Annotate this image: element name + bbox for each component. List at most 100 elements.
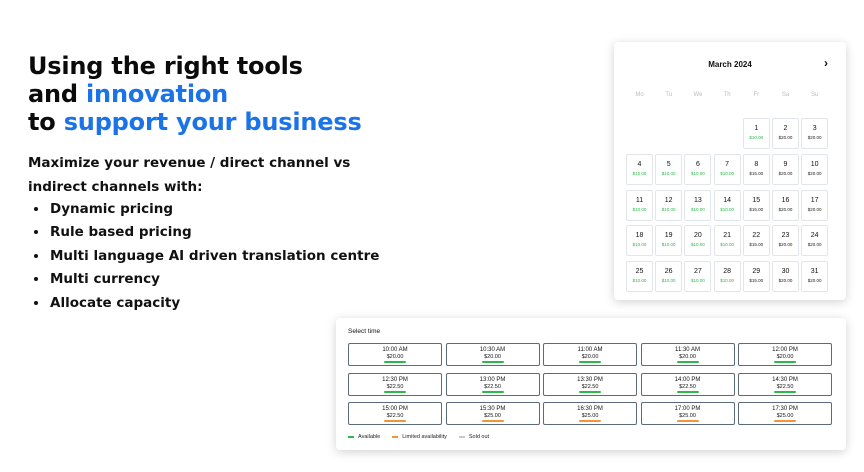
time-slot-button[interactable]: 12:30 PM $22.50 — [348, 372, 442, 396]
calendar-day[interactable]: 8 $15.00 — [742, 153, 770, 185]
calendar-day-number: 23 — [781, 232, 790, 240]
legend-item: Limited availability — [392, 434, 447, 440]
availability-indicator — [481, 390, 504, 393]
calendar-day[interactable]: 13 $10.00 — [684, 189, 712, 221]
calendar-day[interactable]: 5 $10.00 — [655, 153, 683, 185]
calendar-day-price: $15.00 — [749, 206, 764, 212]
calendar-day-price: $20.00 — [778, 170, 793, 176]
calendar-day-number: 10 — [810, 160, 819, 168]
calendar-day-price: $10.00 — [691, 242, 705, 248]
availability-indicator — [481, 420, 504, 422]
time-slot-price: $22.50 — [581, 383, 599, 390]
time-slot-price: $25.00 — [776, 413, 794, 419]
calendar-day[interactable]: 11 $10.00 — [626, 189, 653, 221]
calendar-day-price: $10.00 — [720, 278, 734, 284]
feature-label: Multi currency — [50, 271, 160, 288]
calendar-day-price: $10.00 — [749, 135, 764, 140]
time-slot-time: 10:00 AM — [382, 347, 408, 353]
calendar-day[interactable]: 2 $20.00 — [772, 118, 799, 149]
calendar-day[interactable]: 14 $10.00 — [713, 189, 741, 221]
calendar-day-price: $20.00 — [807, 278, 822, 284]
calendar-day[interactable]: 12 $10.00 — [655, 189, 683, 221]
calendar-day[interactable]: 15 $15.00 — [742, 189, 770, 221]
time-slot-button[interactable]: 11:30 AM $20.00 — [640, 343, 735, 366]
time-slot-price: $25.00 — [679, 413, 696, 419]
availability-legend: Available Limited availability Sold out — [348, 434, 501, 440]
calendar-day-number: 9 — [783, 160, 788, 168]
calendar-day[interactable]: 18 $10.00 — [626, 225, 653, 257]
calendar-day-price: $10.00 — [632, 278, 647, 284]
calendar-day[interactable]: 4 $10.00 — [626, 153, 653, 185]
calendar-day[interactable]: 10 $20.00 — [801, 153, 829, 185]
calendar-day[interactable]: 25 $10.00 — [626, 261, 653, 293]
calendar-day[interactable]: 30 $20.00 — [772, 261, 799, 293]
time-slot-button[interactable]: 10:00 AM $20.00 — [348, 343, 442, 366]
time-slot-button[interactable]: 17:30 PM $25.00 — [738, 402, 832, 425]
time-slot-button[interactable]: 12:00 PM $20.00 — [738, 343, 832, 366]
calendar-day-price: $20.00 — [807, 206, 822, 212]
time-slot-time: 14:00 PM — [674, 376, 701, 383]
time-slot-price: $25.00 — [581, 413, 599, 419]
time-slot-button[interactable]: 11:00 AM $20.00 — [543, 343, 637, 366]
time-slot-time: 16:30 PM — [577, 406, 603, 412]
time-slot-time: 12:00 PM — [772, 347, 798, 353]
calendar-day-price: $10.00 — [720, 170, 734, 176]
calendar-day-price: $10.00 — [661, 206, 676, 212]
availability-indicator — [384, 361, 406, 363]
time-slot-button[interactable]: 10:30 AM $20.00 — [445, 343, 540, 366]
calendar-day-price: $20.00 — [807, 170, 822, 176]
availability-indicator — [384, 390, 406, 393]
calendar-day[interactable]: 21 $10.00 — [713, 225, 741, 257]
time-slot-time: 17:30 PM — [772, 406, 798, 412]
time-slot-button[interactable]: 13:00 PM $22.50 — [445, 372, 540, 396]
time-slot-price: $20.00 — [679, 354, 696, 360]
calendar-day[interactable]: 26 $10.00 — [655, 261, 683, 293]
calendar-day-number: 1 — [754, 125, 759, 132]
calendar-day-number: 18 — [635, 232, 644, 240]
time-slot-button[interactable]: 15:00 PM $22.50 — [348, 402, 442, 425]
calendar-day-number: 24 — [810, 232, 819, 240]
time-slot-price: $22.50 — [484, 383, 501, 390]
time-slot-time: 13:30 PM — [577, 376, 603, 383]
calendar-day[interactable]: 28 $10.00 — [713, 261, 741, 293]
calendar-day[interactable]: 29 $15.00 — [742, 261, 770, 293]
calendar-day[interactable]: 20 $10.00 — [684, 225, 712, 257]
time-slot-button[interactable]: 16:30 PM $25.00 — [543, 402, 637, 425]
calendar-day-price: $10.00 — [691, 170, 705, 176]
calendar-day[interactable]: 6 $10.00 — [684, 153, 712, 185]
time-slot-button[interactable]: 14:00 PM $22.50 — [640, 372, 735, 396]
calendar-day-number: 4 — [637, 160, 642, 168]
time-slot-price: $20.00 — [386, 354, 404, 360]
calendar-day-price: $20.00 — [807, 135, 822, 140]
chevron-right-icon[interactable]: › — [824, 56, 828, 70]
calendar-day[interactable]: 24 $20.00 — [801, 225, 829, 257]
calendar-day[interactable]: 27 $10.00 — [684, 261, 712, 293]
calendar-day-price: $10.00 — [632, 206, 647, 212]
calendar-day-price: $10.00 — [661, 242, 676, 248]
calendar-day[interactable]: 23 $20.00 — [772, 225, 799, 257]
calendar-day[interactable]: 16 $20.00 — [772, 189, 799, 221]
time-slot-price: $22.50 — [679, 383, 696, 390]
time-slot-button[interactable]: 17:00 PM $25.00 — [640, 402, 735, 425]
weekday-label: Th — [723, 92, 731, 98]
lead-text: Maximize your revenue / direct channel v… — [28, 155, 351, 195]
time-slot-button[interactable]: 14:30 PM $22.50 — [738, 372, 832, 396]
calendar-day-price: $10.00 — [661, 170, 676, 176]
calendar-day[interactable]: 31 $20.00 — [801, 261, 829, 293]
headline-accent-innovation: innovation — [86, 80, 229, 108]
calendar-day[interactable]: 3 $20.00 — [801, 118, 829, 149]
calendar-day-number: 30 — [781, 268, 790, 276]
calendar-day[interactable]: 17 $20.00 — [801, 189, 829, 221]
calendar-day[interactable]: 22 $15.00 — [742, 225, 770, 257]
calendar-day-number: 26 — [664, 268, 673, 276]
time-slot-button[interactable]: 15:30 PM $25.00 — [445, 402, 540, 425]
calendar-day[interactable]: 7 $10.00 — [713, 153, 741, 185]
calendar-day-price: $20.00 — [778, 206, 793, 212]
bullet-icon — [34, 277, 38, 282]
calendar-day[interactable]: 1 $10.00 — [742, 118, 770, 149]
calendar-day-number: 28 — [723, 268, 731, 276]
calendar-day[interactable]: 19 $10.00 — [655, 225, 683, 257]
calendar-day[interactable]: 9 $20.00 — [772, 153, 799, 185]
calendar-day-price: $10.00 — [632, 170, 647, 176]
time-slot-button[interactable]: 13:30 PM $22.50 — [543, 372, 637, 396]
